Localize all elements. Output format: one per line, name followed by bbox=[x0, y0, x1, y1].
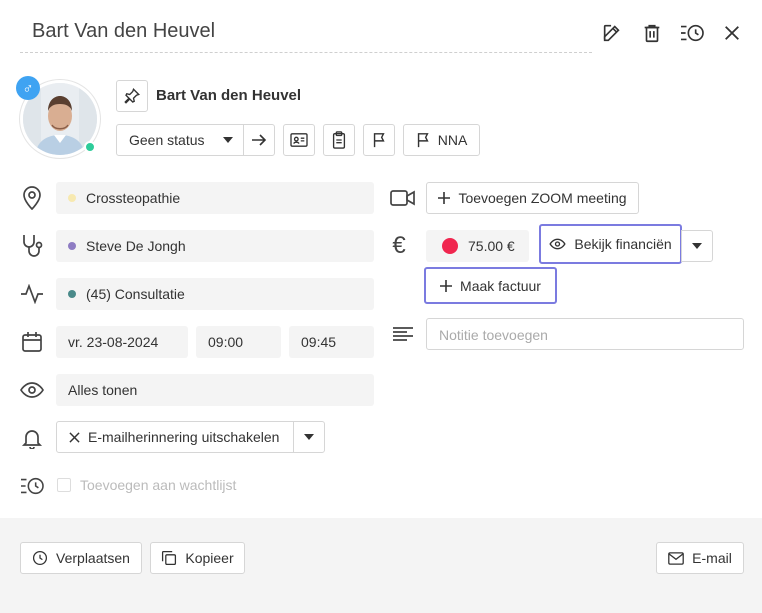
caret-down-icon bbox=[304, 434, 314, 440]
trash-icon bbox=[644, 24, 660, 43]
history-button[interactable] bbox=[679, 20, 705, 46]
patient-card-button[interactable] bbox=[283, 124, 315, 156]
visibility-field[interactable]: Alles tonen bbox=[56, 374, 374, 406]
reminder-dropdown-button[interactable] bbox=[293, 421, 325, 453]
title-underline bbox=[20, 52, 592, 53]
finance-dropdown-button[interactable] bbox=[681, 230, 713, 262]
copy-appointment-button[interactable]: Kopieer bbox=[150, 542, 245, 574]
waitlist-label: Toevoegen aan wachtlijst bbox=[80, 477, 237, 493]
start-time-value: 09:00 bbox=[208, 334, 244, 350]
date-field[interactable]: vr. 23-08-2024 bbox=[56, 326, 188, 358]
service-field[interactable]: (45) Consultatie bbox=[56, 278, 374, 310]
eye-icon bbox=[19, 377, 45, 403]
clipboard-icon bbox=[332, 131, 346, 149]
gender-male-badge: ♂ bbox=[16, 76, 40, 100]
zoom-label: Toevoegen ZOOM meeting bbox=[458, 190, 627, 206]
clipboard-button[interactable] bbox=[323, 124, 355, 156]
view-finances-label: Bekijk financiën bbox=[574, 236, 672, 252]
waitlist-clock-icon bbox=[19, 473, 45, 499]
copy-icon bbox=[162, 550, 177, 566]
caret-down-icon bbox=[692, 243, 702, 249]
clock-arrow-icon bbox=[32, 550, 48, 566]
avatar-container: ♂ bbox=[16, 76, 100, 158]
mail-icon bbox=[668, 551, 684, 565]
calendar-icon bbox=[19, 329, 45, 355]
create-invoice-button[interactable]: Maak factuur bbox=[424, 267, 557, 304]
therapist-color-dot bbox=[68, 242, 76, 250]
move-appointment-button[interactable]: Verplaatsen bbox=[20, 542, 142, 574]
email-button[interactable]: E-mail bbox=[656, 542, 744, 574]
view-finances-button[interactable]: Bekijk financiën bbox=[539, 224, 682, 264]
pin-icon bbox=[124, 88, 140, 104]
price-field: 75.00 € bbox=[426, 230, 529, 262]
reminder-disable-button[interactable]: E-mailherinnering uitschakelen bbox=[56, 421, 294, 453]
email-label: E-mail bbox=[692, 550, 732, 566]
stethoscope-icon bbox=[19, 233, 45, 259]
nna-label: NNA bbox=[437, 132, 468, 148]
flag-button[interactable] bbox=[363, 124, 395, 156]
service-color-dot bbox=[68, 290, 76, 298]
history-icon bbox=[681, 24, 704, 42]
note-input[interactable]: Notitie toevoegen bbox=[426, 318, 744, 350]
reminder-label: E-mailherinnering uitschakelen bbox=[88, 429, 280, 445]
edit-button[interactable] bbox=[599, 20, 625, 46]
bell-icon bbox=[19, 425, 45, 451]
close-icon bbox=[725, 26, 739, 40]
edit-icon bbox=[603, 24, 620, 42]
arrow-right-icon bbox=[252, 134, 267, 146]
therapist-value: Steve De Jongh bbox=[86, 238, 186, 254]
waitlist-checkbox[interactable] bbox=[57, 478, 71, 492]
location-pin-icon bbox=[19, 185, 45, 211]
invoice-label: Maak factuur bbox=[460, 277, 541, 294]
payment-status-dot bbox=[442, 238, 458, 254]
flag-icon bbox=[373, 133, 385, 148]
caret-down-icon bbox=[223, 137, 233, 143]
x-icon bbox=[69, 431, 80, 443]
location-field[interactable]: Crossteopathie bbox=[56, 182, 374, 214]
online-status-dot bbox=[84, 141, 96, 153]
copy-label: Kopieer bbox=[185, 550, 234, 566]
close-button[interactable] bbox=[719, 20, 745, 46]
service-value: (45) Consultatie bbox=[86, 286, 185, 302]
move-label: Verplaatsen bbox=[56, 550, 130, 566]
id-card-icon bbox=[290, 133, 308, 147]
euro-icon: € bbox=[392, 232, 406, 259]
price-value: 75.00 € bbox=[468, 238, 515, 254]
page-title: Bart Van den Heuvel bbox=[32, 20, 216, 42]
location-value: Crossteopathie bbox=[86, 190, 181, 206]
status-select-label: Geen status bbox=[129, 132, 205, 148]
eye-icon bbox=[549, 238, 566, 250]
plus-icon bbox=[440, 279, 453, 292]
patient-name: Bart Van den Heuvel bbox=[156, 87, 302, 104]
therapist-field[interactable]: Steve De Jongh bbox=[56, 230, 374, 262]
start-time-field[interactable]: 09:00 bbox=[196, 326, 281, 358]
plus-icon bbox=[438, 192, 451, 204]
visibility-value: Alles tonen bbox=[68, 382, 138, 398]
date-value: vr. 23-08-2024 bbox=[68, 334, 159, 350]
pin-button[interactable] bbox=[116, 80, 148, 112]
status-select[interactable]: Geen status bbox=[116, 124, 244, 156]
delete-button[interactable] bbox=[639, 20, 665, 46]
end-time-value: 09:45 bbox=[301, 334, 337, 350]
add-zoom-meeting-button[interactable]: Toevoegen ZOOM meeting bbox=[426, 182, 639, 214]
location-color-dot bbox=[68, 194, 76, 202]
notes-lines-icon bbox=[390, 321, 416, 347]
nna-flag-button[interactable]: NNA bbox=[403, 124, 480, 156]
status-next-button[interactable] bbox=[243, 124, 275, 156]
video-camera-icon bbox=[390, 185, 416, 211]
flag-icon bbox=[417, 133, 429, 148]
end-time-field[interactable]: 09:45 bbox=[289, 326, 374, 358]
activity-pulse-icon bbox=[19, 281, 45, 307]
